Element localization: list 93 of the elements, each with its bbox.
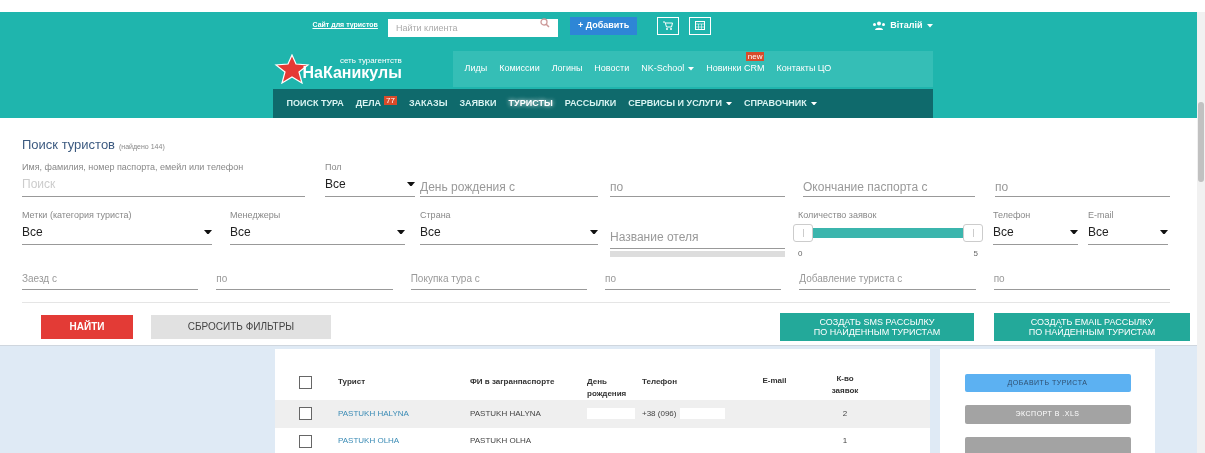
subnav-link[interactable]: Лиды — [464, 62, 488, 76]
caret-icon — [688, 67, 695, 71]
input-field[interactable]: Заезд с — [22, 267, 199, 290]
field-label: Пол — [325, 160, 343, 173]
calendar-icon — [695, 21, 706, 31]
field-label: Имя, фамилия, номер паспорта, емейл или телефон — [22, 160, 245, 173]
dropdown-arrow-icon — [1070, 229, 1078, 235]
field-label: Страна — [420, 208, 452, 221]
dropdown-arrow-icon — [204, 229, 212, 235]
nav-tab[interactable]: ЗАКАЗЫ — [408, 96, 448, 111]
range-slider[interactable] — [793, 223, 983, 242]
table-cell-text: 1 — [841, 435, 849, 448]
column-header: Телефон — [642, 376, 678, 388]
add-button[interactable]: + Добавить — [569, 16, 638, 35]
select-field[interactable]: Все — [230, 220, 405, 245]
input-field[interactable]: по — [993, 267, 1170, 290]
reset-filters-button[interactable]: СБРОСИТЬ ФИЛЬТРЫ — [151, 314, 331, 339]
checkbox[interactable] — [299, 407, 312, 421]
cart-icon — [663, 21, 674, 31]
dropdown-arrow-icon — [397, 229, 405, 235]
caret-icon — [926, 23, 933, 28]
scrollbar[interactable] — [1197, 12, 1205, 453]
subnav-link[interactable]: Логины — [551, 62, 583, 76]
range-max: 5 — [973, 247, 978, 260]
logo-wordmark: НаКаникулы — [302, 65, 402, 81]
table-cell: +38 (096) — [642, 407, 677, 420]
select-field[interactable]: Все — [1088, 220, 1168, 245]
checkbox[interactable] — [299, 376, 312, 389]
checkbox[interactable] — [299, 434, 312, 448]
select-field[interactable]: Все — [325, 172, 415, 197]
field-label: E-mail — [1088, 208, 1115, 221]
input-field[interactable]: по — [995, 172, 1170, 197]
nav-tab[interactable]: ТУРИСТЫ — [508, 96, 553, 111]
cart-button[interactable] — [657, 16, 680, 35]
users-icon — [872, 21, 887, 31]
count-badge: 77 — [384, 95, 397, 105]
nav-tab[interactable]: РАССЫЛКИ — [564, 96, 617, 111]
select-field[interactable]: Все — [993, 220, 1078, 245]
nav-tab[interactable]: ПОИСК ТУРА — [286, 96, 344, 111]
field-label: Количество заявок — [798, 208, 878, 221]
find-button[interactable]: НАЙТИ — [41, 314, 133, 339]
dropdown-arrow-icon — [590, 229, 598, 235]
table-row[interactable]: PASTUKH HALYNA PASTUKH HALYNA +38 (096) 2 — [275, 400, 930, 428]
column-header: ФИ в загранпаспорте — [470, 376, 556, 388]
subnav-link[interactable]: Комиссии — [499, 62, 540, 76]
input-field[interactable]: по — [605, 267, 782, 290]
calendar-button[interactable] — [689, 16, 712, 35]
select-field[interactable]: Все — [22, 220, 212, 245]
input-field[interactable]: День рождения с — [420, 172, 598, 197]
field-label: Телефон — [993, 208, 1032, 221]
input-field[interactable]: Добавление туриста с — [799, 267, 976, 290]
new-badge: new — [745, 52, 765, 62]
nav-tab[interactable]: СПРАВОЧНИК — [743, 96, 817, 111]
field-label: Менеджеры — [230, 208, 282, 221]
brand-logo[interactable]: сеть турагентств НаКаникулы — [272, 54, 453, 84]
dropdown-arrow-icon — [1160, 229, 1168, 235]
field-label: Метки (категория туриста) — [22, 208, 133, 221]
caret-icon — [810, 101, 817, 106]
input-field[interactable]: по — [216, 267, 393, 290]
input-field[interactable]: Название отеля — [610, 226, 785, 249]
input-field[interactable]: по — [610, 172, 785, 197]
action-button[interactable] — [964, 436, 1131, 453]
tourist-link[interactable]: PASTUKH HALYNA — [338, 408, 409, 418]
column-header: К-во заявок — [830, 373, 860, 397]
subnav-link[interactable]: Контакты ЦО — [776, 62, 832, 76]
range-min: 0 — [798, 247, 803, 260]
column-header: День рождения — [587, 376, 628, 400]
nav-tab[interactable]: ДЕЛА — [355, 96, 381, 111]
slider-handle[interactable] — [963, 223, 983, 242]
select-field[interactable]: Все — [420, 220, 598, 245]
table-cell-text: PASTUKH HALYNA — [470, 407, 542, 420]
sms-campaign-button[interactable]: СОЗДАТЬ SMS РАССЫЛКУ ПО НАЙДЕННЫМ ТУРИСТАМ — [780, 312, 974, 341]
table-cell-text: PASTUKH OLHA — [470, 435, 533, 448]
nav-tab[interactable]: ЗАЯВКИ — [459, 96, 497, 111]
caret-icon — [725, 101, 732, 106]
subnav-link[interactable]: Новинки CRM — [706, 62, 765, 76]
column-header: E-mail — [761, 375, 788, 387]
email-campaign-button[interactable]: СОЗДАТЬ EMAIL РАССЫЛКУ ПО НАЙДЕННЫМ ТУРИСТАМ — [994, 312, 1190, 341]
subnav-link[interactable]: Новости — [594, 62, 630, 76]
input-field[interactable]: Покупка тура с — [410, 267, 587, 290]
logo-tagline: сеть турагентств — [339, 57, 402, 65]
dropdown-arrow-icon — [407, 181, 415, 187]
user-menu[interactable]: Віталій — [872, 18, 933, 33]
slider-handle[interactable] — [793, 223, 813, 242]
tourist-link[interactable]: PASTUKH OLHA — [338, 436, 400, 446]
column-header: Турист — [338, 376, 367, 388]
client-search-field[interactable]: Найти клиента — [387, 18, 558, 37]
input-field[interactable]: Окончание паспорта с — [803, 172, 975, 197]
nav-tab[interactable]: СЕРВИСЫ И УСЛУГИ — [628, 96, 732, 111]
table-cell-text: 2 — [841, 407, 849, 420]
subnav-link[interactable]: NK-School — [641, 62, 695, 76]
page-title: Поиск туристов — [22, 136, 116, 154]
search-icon — [539, 17, 550, 28]
